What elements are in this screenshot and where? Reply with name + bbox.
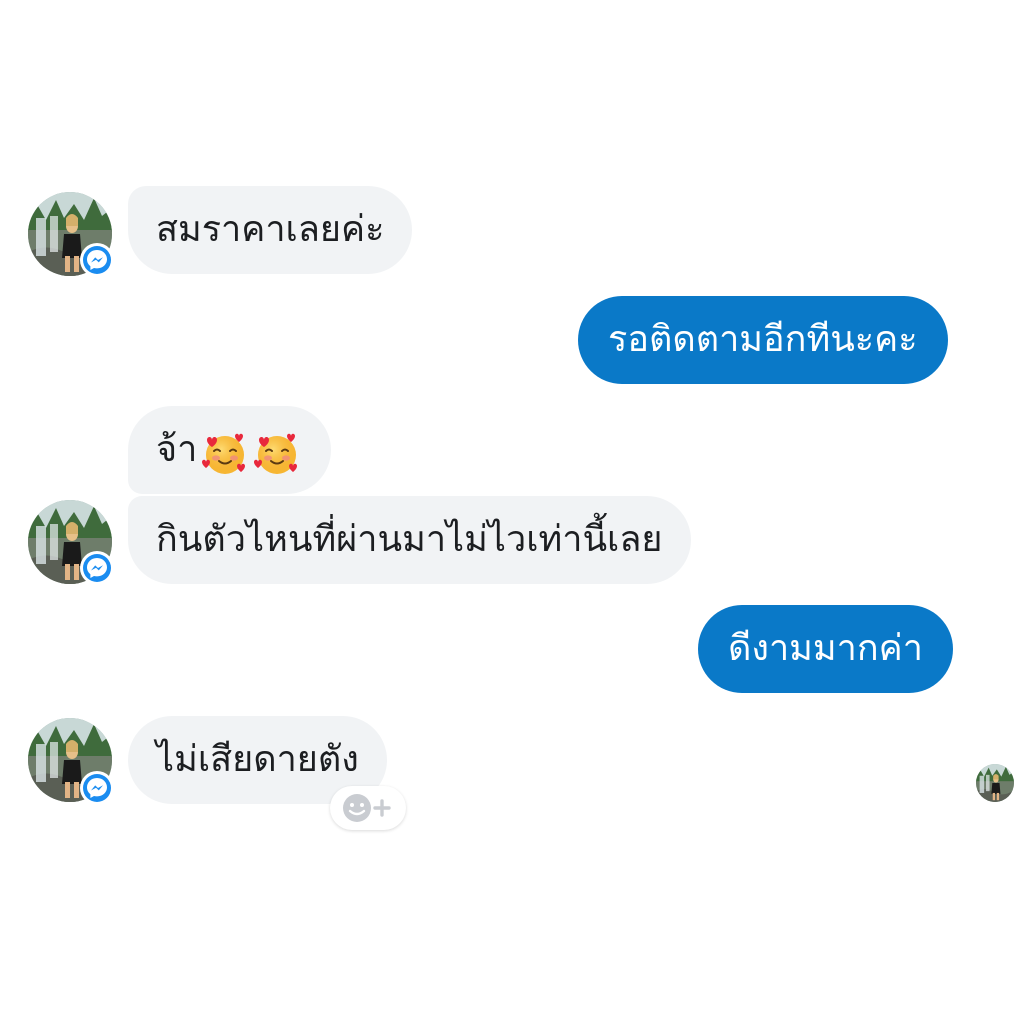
smiling-face-with-hearts-emoji [253,423,301,475]
message-text: จ้า [156,429,198,470]
message-text: รอติดตามอีกทีนะคะ [608,319,918,360]
add-reaction-button[interactable] [330,786,406,830]
message-bubble[interactable]: ดีงามมากค่า [698,605,953,693]
messenger-icon [80,551,114,585]
smiling-face-with-hearts-emoji [201,423,249,475]
seen-receipt-avatar [976,764,1014,802]
message-bubble[interactable]: จ้า [128,406,332,494]
message-bubble[interactable]: สมราคาเลยค่ะ [128,186,413,274]
add-reaction-icon [343,794,391,822]
message-text: สมราคาเลยค่ะ [156,209,385,250]
messenger-icon [80,771,114,805]
message-text: กินตัวไหนที่ผ่านมาไม่ไวเท่านี้เลย [156,519,663,560]
messenger-icon [80,243,114,277]
message-bubble[interactable]: รอติดตามอีกทีนะคะ [578,296,948,384]
message-text: ดีงามมากค่า [728,628,923,669]
message-text: ไม่เสียดายตัง [156,739,359,780]
message-bubble[interactable]: กินตัวไหนที่ผ่านมาไม่ไวเท่านี้เลย [128,496,691,584]
